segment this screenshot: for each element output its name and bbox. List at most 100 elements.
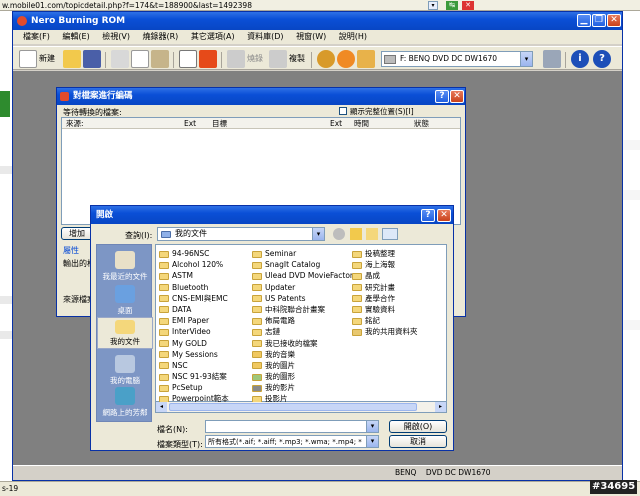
help-button[interactable]: ? — [421, 209, 435, 222]
list-item[interactable]: US Patents — [252, 293, 348, 304]
filetype-select[interactable]: 所有格式(*.aif; *.aiff; *.mp3; *.wma; *.mp4;… — [205, 435, 379, 448]
list-item[interactable]: 我的圖片 — [252, 360, 348, 371]
new-label[interactable]: 新建 — [39, 53, 55, 64]
new-document-icon[interactable] — [19, 50, 37, 68]
help-icon[interactable]: ? — [593, 50, 611, 68]
list-item[interactable]: 我的圖形 — [252, 371, 348, 382]
place-my-documents[interactable]: 我的文件 — [97, 317, 153, 349]
cd-icon[interactable] — [337, 50, 355, 68]
disc-info-icon[interactable] — [357, 50, 375, 68]
maximize-button[interactable]: ❐ — [592, 14, 606, 27]
paste-icon[interactable] — [151, 50, 169, 68]
menu-help[interactable]: 說明(H) — [339, 32, 367, 41]
list-item[interactable]: Seminar — [252, 248, 348, 259]
list-item[interactable]: 我的影片 — [252, 382, 348, 393]
list-item[interactable]: 實驗資料 — [352, 304, 444, 315]
show-full-path-label[interactable]: 顯示完整位置(S)[I] — [350, 106, 414, 117]
col-source[interactable]: 來源: — [66, 118, 84, 129]
scroll-thumb[interactable] — [169, 403, 417, 411]
view-menu-icon[interactable] — [382, 228, 398, 240]
list-item[interactable]: EMI Paper — [159, 315, 247, 326]
open-folder-icon[interactable] — [63, 50, 81, 68]
list-item[interactable]: 志鏈 — [252, 326, 348, 337]
new-folder-icon[interactable] — [366, 228, 378, 240]
list-item[interactable]: NSC 91-93結案 — [159, 371, 247, 382]
open-button[interactable]: 開啟(O) — [389, 420, 447, 433]
list-item[interactable]: InterVideo — [159, 326, 247, 337]
cancel-button[interactable]: 取消 — [389, 435, 447, 448]
list-item[interactable]: DATA — [159, 304, 247, 315]
list-item[interactable]: My GOLD — [159, 338, 247, 349]
place-recent[interactable]: 我最近的文件 — [97, 251, 153, 282]
col-time[interactable]: 時間 — [354, 118, 369, 129]
col-status[interactable]: 狀態 — [414, 118, 429, 129]
list-item[interactable]: Bluetooth — [159, 282, 247, 293]
place-desktop[interactable]: 桌面 — [97, 285, 153, 316]
col-ext-2[interactable]: Ext — [330, 118, 342, 129]
back-icon[interactable] — [333, 228, 345, 240]
chevron-down-icon[interactable]: ▾ — [366, 436, 378, 447]
chevron-down-icon[interactable]: ▾ — [520, 52, 532, 66]
list-item[interactable]: Updater — [252, 282, 348, 293]
place-my-computer[interactable]: 我的電腦 — [97, 355, 153, 386]
wizard-icon[interactable] — [317, 50, 335, 68]
save-icon[interactable] — [83, 50, 101, 68]
list-item[interactable]: NSC — [159, 360, 247, 371]
show-full-path-checkbox[interactable] — [339, 107, 347, 115]
list-item[interactable]: 佈局電路 — [252, 315, 348, 326]
list-item[interactable]: CNS-EMI與EMC — [159, 293, 247, 304]
menu-file[interactable]: 檔案(F) — [23, 32, 50, 41]
menu-view[interactable]: 檢視(V) — [102, 32, 130, 41]
place-network[interactable]: 網路上的芳鄰 — [97, 387, 153, 418]
scroll-right-icon[interactable]: ▸ — [435, 402, 446, 412]
dropdown-arrow-icon[interactable]: ▾ — [428, 1, 438, 10]
info-icon[interactable]: i — [571, 50, 589, 68]
copy-label[interactable]: 複製 — [289, 53, 305, 64]
up-folder-icon[interactable] — [350, 228, 362, 240]
burn-label[interactable]: 燒錄 — [247, 53, 263, 64]
list-item[interactable]: 我的共用資料夾 — [352, 326, 444, 337]
add-button[interactable]: 增加 — [61, 227, 93, 240]
list-item[interactable]: 我的音樂 — [252, 349, 348, 360]
copy-disc-icon[interactable] — [269, 50, 287, 68]
chevron-down-icon[interactable]: ▾ — [312, 228, 324, 240]
list-item[interactable]: ASTM — [159, 270, 247, 281]
list-item[interactable]: 我已接收的檔案 — [252, 338, 348, 349]
scroll-left-icon[interactable]: ◂ — [156, 402, 167, 412]
drive-select[interactable]: F: BENQ DVD DC DW1670 ▾ — [381, 51, 533, 67]
help-button[interactable]: ? — [435, 90, 449, 103]
minimize-button[interactable]: ▁ — [577, 14, 591, 27]
drive-settings-icon[interactable] — [543, 50, 561, 68]
horizontal-scrollbar[interactable]: ◂ ▸ — [155, 402, 447, 413]
col-target[interactable]: 目標 — [212, 118, 227, 129]
list-item[interactable]: 銘記 — [352, 315, 444, 326]
menu-extras[interactable]: 其它選項(A) — [191, 32, 235, 41]
list-item[interactable]: 研究計畫 — [352, 282, 444, 293]
menu-edit[interactable]: 編輯(E) — [62, 32, 89, 41]
compilation-info-icon[interactable] — [179, 50, 197, 68]
list-item[interactable]: Alcohol 120% — [159, 259, 247, 270]
menu-window[interactable]: 視窗(W) — [296, 32, 326, 41]
menu-database[interactable]: 資料庫(D) — [247, 32, 283, 41]
list-item[interactable]: 產學合作 — [352, 293, 444, 304]
cut-icon[interactable] — [111, 50, 129, 68]
menu-recorder[interactable]: 燒錄器(R) — [143, 32, 179, 41]
list-item[interactable]: 晶成 — [352, 270, 444, 281]
filename-input[interactable]: ▾ — [205, 420, 379, 433]
list-item[interactable]: PcSetup — [159, 382, 247, 393]
close-icon[interactable]: ✕ — [462, 1, 474, 10]
copy-icon[interactable] — [131, 50, 149, 68]
close-button[interactable]: ✕ — [607, 14, 621, 27]
lookin-combo[interactable]: 我的文件 ▾ — [157, 227, 325, 241]
go-icon[interactable]: ↹ — [446, 1, 458, 10]
list-item[interactable]: SnagIt Catalog — [252, 259, 348, 270]
list-item[interactable]: 投稿整理 — [352, 248, 444, 259]
list-item[interactable]: My Sessions — [159, 349, 247, 360]
burn-icon[interactable] — [199, 50, 217, 68]
list-item[interactable]: 海上海報 — [352, 259, 444, 270]
chevron-down-icon[interactable]: ▾ — [366, 421, 378, 432]
url-text[interactable]: w.mobile01.com/topicdetail.php?f=174&t=1… — [2, 0, 252, 11]
col-ext[interactable]: Ext — [184, 118, 196, 129]
close-button[interactable]: ✕ — [437, 209, 451, 222]
list-item[interactable]: 94-96NSC — [159, 248, 247, 259]
